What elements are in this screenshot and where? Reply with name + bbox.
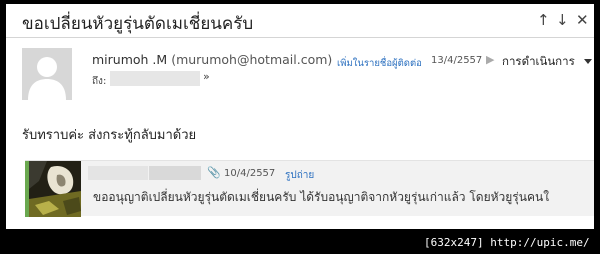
paperclip-icon: 📎 bbox=[207, 166, 221, 179]
sender-email[interactable]: (murumoh@hotmail.com) bbox=[171, 52, 332, 67]
email-subject: ขอเปลี่ยนหัวยูรุ่นตัดเมเชี่ยนครับ bbox=[22, 14, 254, 34]
avatar-placeholder-icon bbox=[22, 48, 72, 100]
quoted-sender-redacted-2 bbox=[149, 166, 201, 180]
expand-recipients-icon[interactable]: » bbox=[203, 70, 210, 83]
email-date: 13/4/2557 bbox=[431, 55, 483, 66]
quoted-message[interactable]: 📎 10/4/2557 รูปถ่าย ขออนุญาติเปลี่ยนหัวย… bbox=[25, 160, 594, 217]
photo-link[interactable]: รูปถ่าย bbox=[285, 168, 314, 183]
email-body: รับทราบค่ะ ส่งกระทู้กลับมาด้วย bbox=[22, 128, 197, 143]
sender-line[interactable]: mirumoh .M (murumoh@hotmail.com) bbox=[92, 52, 332, 67]
reading-pane: ขอเปลี่ยนหัวยูรุ่นตัดเมเชี่ยนครับ ↑ ↓ ✕ … bbox=[6, 4, 594, 229]
screenshot-frame: ขอเปลี่ยนหัวยูรุ่นตัดเมเชี่ยนครับ ↑ ↓ ✕ … bbox=[0, 0, 600, 233]
quoted-sender-photo[interactable] bbox=[29, 161, 81, 217]
actions-menu[interactable]: การดำเนินการ bbox=[502, 53, 575, 71]
quoted-preview: ขออนุญาติเปลี่ยนหัวยูรุ่นตัดเมเชี่ยนครับ… bbox=[93, 190, 550, 204]
header-divider bbox=[6, 37, 594, 38]
avatar[interactable] bbox=[22, 48, 72, 100]
to-label: ถึง: bbox=[92, 76, 107, 87]
quoted-sender-redacted bbox=[88, 166, 148, 180]
recipient-redacted bbox=[110, 71, 200, 86]
sender-name[interactable]: mirumoh .M bbox=[92, 52, 167, 67]
arrow-up-icon[interactable]: ↑ bbox=[537, 12, 550, 28]
add-to-contacts-link[interactable]: เพิ่มในรายชื่อผู้ติดต่อ bbox=[337, 56, 422, 71]
arrow-down-icon[interactable]: ↓ bbox=[556, 12, 569, 28]
flag-icon[interactable]: ▶ bbox=[486, 53, 494, 66]
close-icon[interactable]: ✕ bbox=[576, 12, 589, 28]
chevron-down-icon[interactable] bbox=[584, 59, 592, 64]
upic-watermark: [632x247] http://upic.me/ bbox=[424, 236, 590, 249]
quoted-date: 10/4/2557 bbox=[224, 168, 276, 179]
